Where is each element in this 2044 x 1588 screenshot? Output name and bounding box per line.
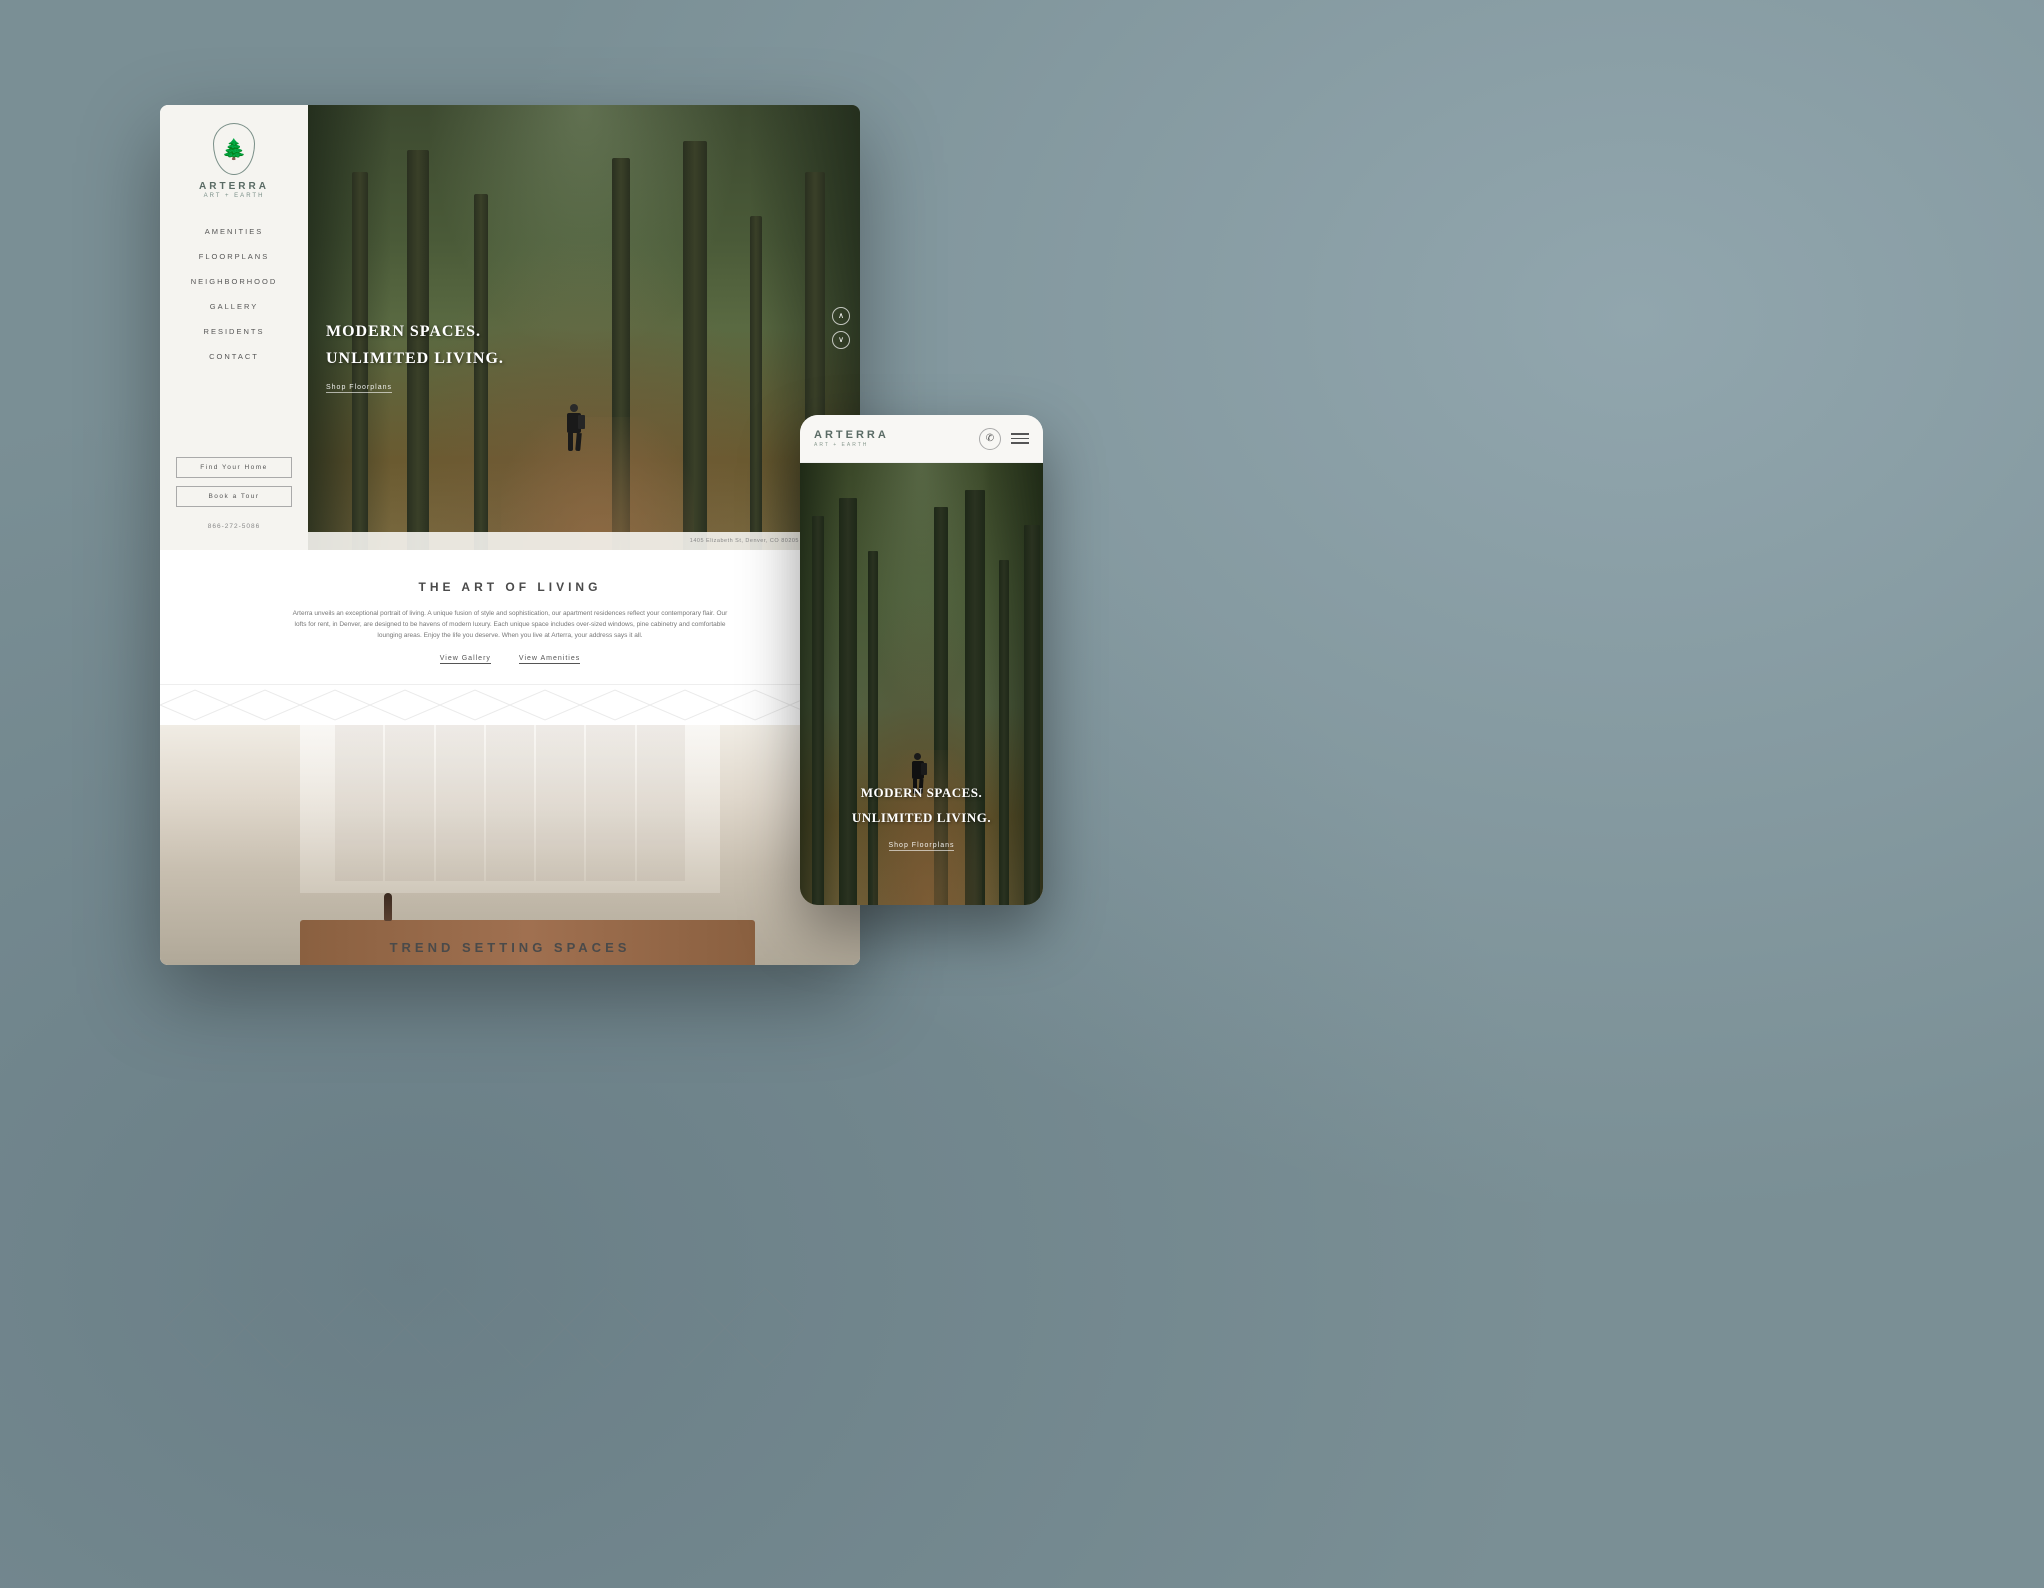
view-gallery-link[interactable]: View Gallery <box>440 655 491 664</box>
hero-headline-line2: UNLIMITED LIVING. <box>326 349 504 368</box>
mobile-headline-1: MODERN SPACES. <box>816 785 1027 801</box>
desktop-content-section: THE ART OF LIVING Arterra unveils an exc… <box>160 550 860 965</box>
nav-menu: AMENITIES FLOORPLANS NEIGHBORHOOD GALLER… <box>160 227 308 361</box>
hero-cta-link[interactable]: Shop Floorplans <box>326 384 392 393</box>
art-section-title: THE ART OF LIVING <box>240 580 780 594</box>
room-section: TREND SETTING SPACES <box>160 725 860 965</box>
hamburger-menu-button[interactable] <box>1011 433 1029 444</box>
nav-residents[interactable]: RESIDENTS <box>204 327 265 336</box>
tree-icon: 🌲 <box>222 137 247 162</box>
hero-text-block: MODERN SPACES. UNLIMITED LIVING. Shop Fl… <box>326 322 504 394</box>
sidebar-buttons: Find Your Home Book a Tour 866-272-5086 <box>160 457 308 530</box>
hamburger-line-3 <box>1011 442 1029 444</box>
scroll-down-button[interactable]: ∨ <box>832 331 850 349</box>
art-of-living-section: THE ART OF LIVING Arterra unveils an exc… <box>160 550 860 685</box>
hero-nav-arrows: ∧ ∨ <box>832 307 850 349</box>
room-title-overlay: TREND SETTING SPACES <box>160 940 860 955</box>
logo-text: ARTERRA <box>199 181 269 192</box>
person-silhouette <box>567 404 581 452</box>
mobile-header-right: ✆ <box>979 428 1029 450</box>
pattern-divider <box>160 685 860 725</box>
vase <box>384 893 392 921</box>
nav-contact[interactable]: CONTACT <box>209 352 259 361</box>
desktop-top-section: 🌲 ARTERRA ART + EARTH AMENITIES FLOORPLA… <box>160 105 860 550</box>
mobile-hero-text: MODERN SPACES. UNLIMITED LIVING. Shop Fl… <box>800 785 1043 852</box>
hamburger-line-1 <box>1011 433 1029 435</box>
art-links: View Gallery View Amenities <box>240 655 780 664</box>
page-decorative-pattern <box>165 1268 805 1388</box>
mobile-logo-sub: ART + EARTH <box>814 442 889 448</box>
ground-path <box>501 417 694 551</box>
mobile-logo-text: ARTERRA <box>814 429 889 441</box>
phone-number: 866-272-5086 <box>208 523 260 530</box>
blind-shadows <box>335 725 685 881</box>
logo-icon: 🌲 <box>213 123 255 175</box>
tree-trunk-6 <box>750 216 762 550</box>
mobile-header: ARTERRA ART + EARTH ✆ <box>800 415 1043 463</box>
view-amenities-link[interactable]: View Amenities <box>519 655 580 664</box>
nav-neighborhood[interactable]: NEIGHBORHOOD <box>191 277 278 286</box>
nav-floorplans[interactable]: FLOORPLANS <box>199 252 269 261</box>
mobile-hero-section: MODERN SPACES. UNLIMITED LIVING. Shop Fl… <box>800 463 1043 905</box>
mobile-tree-6 <box>999 560 1009 905</box>
mobile-cta-link[interactable]: Shop Floorplans <box>889 842 955 851</box>
logo-container: 🌲 ARTERRA ART + EARTH <box>199 123 269 199</box>
nav-amenities[interactable]: AMENITIES <box>205 227 263 236</box>
mobile-phone-button[interactable]: ✆ <box>979 428 1001 450</box>
room-interior <box>160 725 860 965</box>
mobile-logo: ARTERRA ART + EARTH <box>814 429 889 448</box>
sidebar: 🌲 ARTERRA ART + EARTH AMENITIES FLOORPLA… <box>160 105 308 550</box>
hamburger-line-2 <box>1011 438 1029 440</box>
hero-headline-line1: MODERN SPACES. <box>326 322 504 341</box>
decorative-pattern-svg <box>160 685 860 725</box>
hero-bottom-bar: 1405 Elizabeth St, Denver, CO 80205 f ◉ … <box>308 532 860 550</box>
address-text: 1405 Elizabeth St, Denver, CO 80205 <box>690 538 799 544</box>
room-background: TREND SETTING SPACES <box>160 725 860 965</box>
book-tour-button[interactable]: Book a Tour <box>176 486 292 507</box>
hero-section: MODERN SPACES. UNLIMITED LIVING. Shop Fl… <box>308 105 860 550</box>
mobile-headline-2: UNLIMITED LIVING. <box>816 810 1027 826</box>
mobile-mockup: ARTERRA ART + EARTH ✆ <box>800 415 1043 905</box>
room-section-title: TREND SETTING SPACES <box>160 940 860 955</box>
logo-sub: ART + EARTH <box>204 193 265 199</box>
scroll-up-button[interactable]: ∧ <box>832 307 850 325</box>
desktop-mockup: 🌲 ARTERRA ART + EARTH AMENITIES FLOORPLA… <box>160 105 860 965</box>
art-section-body: Arterra unveils an exceptional portrait … <box>290 608 730 641</box>
find-home-button[interactable]: Find Your Home <box>176 457 292 478</box>
nav-gallery[interactable]: GALLERY <box>210 302 258 311</box>
